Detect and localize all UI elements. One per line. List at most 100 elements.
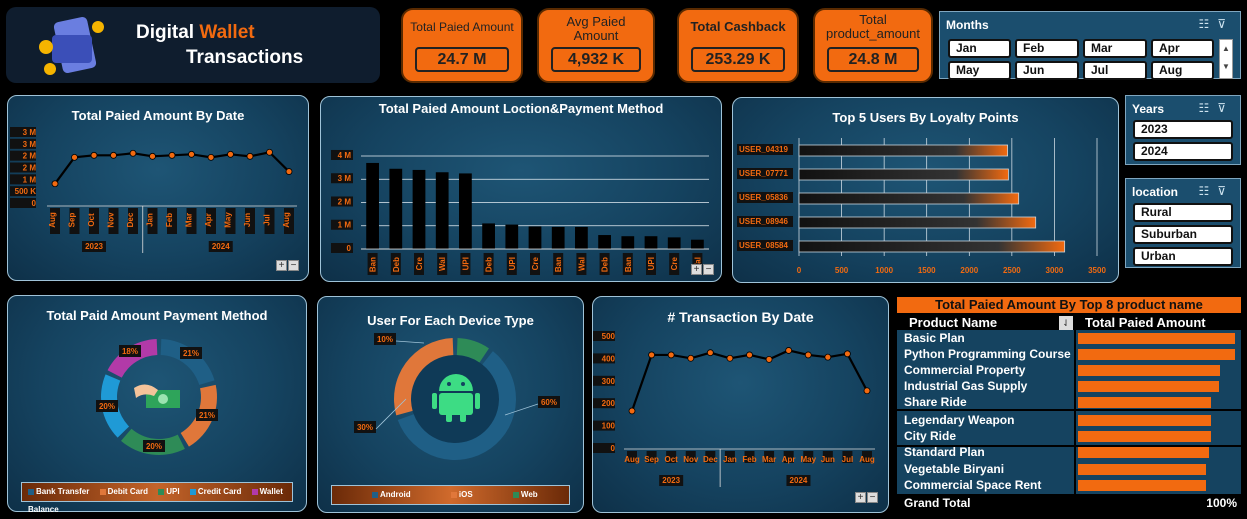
product-name-cell: Python Programming Course (904, 347, 1071, 361)
y-tick-label: 500 K (15, 187, 37, 196)
table-body: Basic Plan Python Programming Course Comme… (897, 330, 1241, 494)
data-point (90, 151, 98, 159)
expand-button[interactable]: + (691, 264, 702, 275)
bar (798, 192, 1020, 205)
x-tick-label: Nov (683, 455, 699, 464)
clear-filter-icon[interactable]: ⊽ (1217, 184, 1234, 198)
y-tick-label: 3 M (338, 174, 352, 183)
slicer-item-feb[interactable]: Feb (1015, 39, 1079, 58)
bar (551, 226, 565, 249)
months-slicer: Months ☷⊽ Jan Feb Mar Apr May Jun Jul Au… (939, 11, 1241, 80)
slice-label: 10% (377, 335, 393, 344)
bar (459, 173, 472, 249)
payment-method-panel: Total Paid Amount Payment Method 21% 21% 2… (7, 295, 307, 514)
bar (482, 223, 495, 249)
top-products-table: Total Paied Amount By Top 8 product name… (897, 297, 1241, 513)
bar (366, 162, 379, 249)
location-payment-bar-chart: 0 1 M 2 M 3 M 4 M Ban Deb Cre Wal UPI Deb UPI Cre Ban… (331, 149, 709, 275)
slicer-item-jun[interactable]: Jun (1015, 61, 1079, 80)
x-tick-label: Nov (107, 212, 116, 228)
data-point (844, 350, 851, 358)
top-users-panel: Top 5 Users By Loyalty Points 0 500 1000 15… (732, 97, 1119, 283)
kpi-label: Total product_amount (826, 12, 920, 41)
table-title: Total Paied Amount By Top 8 product name (897, 297, 1241, 313)
x-tick-label: UPI (461, 257, 470, 270)
cash-payment-icon (134, 384, 180, 408)
transactions-line-chart: 0 100 200 300 400 500 Aug Sep Oct Nov Dec Jan Feb Mar… (593, 331, 875, 487)
product-name-cell: City Ride (904, 429, 957, 443)
multi-select-icon[interactable]: ☷ (1198, 17, 1217, 31)
years-slicer: Years ☷⊽ 2023 2024 (1125, 95, 1241, 165)
collapse-button[interactable]: − (867, 492, 878, 503)
expand-button[interactable]: + (276, 260, 287, 271)
data-point (110, 151, 117, 159)
y-tick-label: USER_08584 (739, 241, 788, 250)
legend-item: Debit Card (99, 487, 148, 496)
slicer-item-apr[interactable]: Apr (1151, 39, 1214, 58)
bar (798, 240, 1066, 253)
bar (621, 236, 635, 249)
bar (389, 168, 403, 249)
y-tick-label: 1 M (23, 175, 37, 184)
x-tick-label: Aug (624, 455, 640, 464)
expand-button[interactable]: + (855, 492, 866, 503)
x-tick-label: Cre (670, 256, 679, 270)
slicer-item-mar[interactable]: Mar (1083, 39, 1147, 58)
slicer-item-urban[interactable]: Urban (1133, 247, 1233, 266)
x-tick-label: 3000 (1046, 266, 1064, 275)
y-tick-label: 2 M (338, 197, 352, 206)
y-tick-label: 200 (602, 399, 616, 408)
y-tick-label: 500 (602, 332, 616, 341)
column-filter-icon[interactable]: ⇃ (1059, 316, 1073, 330)
clear-filter-icon[interactable]: ⊽ (1217, 17, 1234, 31)
x-tick-label: 2000 (960, 266, 978, 275)
product-name-cell: Standard Plan (904, 445, 985, 459)
x-tick-label: Jan (723, 455, 737, 464)
bar (691, 239, 704, 249)
clear-filter-icon[interactable]: ⊽ (1217, 101, 1234, 115)
x-tick-label: 2500 (1003, 266, 1021, 275)
data-point (266, 148, 273, 156)
data-point (227, 150, 234, 158)
slicer-scrollbar[interactable]: ▲ ▼ (1219, 39, 1233, 79)
slicer-item-jul[interactable]: Jul (1083, 61, 1147, 80)
product-name-cell: Commercial Space Rent (904, 478, 1042, 492)
slicer-item-suburban[interactable]: Suburban (1133, 225, 1233, 244)
slicer-item-rural[interactable]: Rural (1133, 203, 1233, 222)
x-tick-label: Aug (48, 212, 57, 228)
slice-label: 21% (199, 411, 215, 420)
x-tick-label: Oct (87, 213, 96, 227)
table-row: Legendary Weapon (897, 412, 1241, 428)
x-tick-label: Mar (762, 455, 776, 464)
amount-bar (1078, 349, 1235, 360)
x-tick-label: 0 (797, 266, 802, 275)
collapse-button[interactable]: − (288, 260, 299, 271)
amount-bar (1078, 365, 1221, 376)
slicer-item-2023[interactable]: 2023 (1133, 120, 1233, 139)
slicer-title: Months (946, 18, 989, 32)
slice-label: 60% (541, 398, 557, 407)
data-point (628, 407, 636, 415)
slicer-controls: ☷⊽ (1198, 17, 1234, 31)
collapse-button[interactable]: − (703, 264, 714, 275)
x-tick-label: Jul (263, 214, 272, 226)
legend-item: Android (372, 490, 411, 499)
data-point (188, 150, 195, 158)
slice-label: 20% (146, 442, 162, 451)
slicer-title: Years (1132, 102, 1165, 116)
multi-select-icon[interactable]: ☷ (1198, 101, 1217, 115)
slicer-controls: ☷⊽ (1198, 184, 1234, 198)
row-separator (897, 445, 1241, 447)
kpi-label: Total Cashback (690, 19, 786, 34)
multi-select-icon[interactable]: ☷ (1198, 184, 1217, 198)
x-tick-label: 1000 (875, 266, 893, 275)
slicer-item-2024[interactable]: 2024 (1133, 142, 1233, 161)
slicer-item-jan[interactable]: Jan (948, 39, 1011, 58)
column-header-amount: Total Paied Amount (1085, 315, 1206, 330)
paied-amount-line-chart: 0 500 K 1 M 2 M 2 M 3 M 3 M Aug Sep Oct Nov Dec Jan F… (10, 127, 297, 253)
year-label: 2023 (85, 242, 103, 251)
dashboard-title-card: Digital Wallet Transactions (6, 7, 380, 83)
slicer-item-may[interactable]: May (948, 61, 1011, 80)
slicer-item-aug[interactable]: Aug (1151, 61, 1214, 80)
amount-bar (1078, 397, 1211, 408)
